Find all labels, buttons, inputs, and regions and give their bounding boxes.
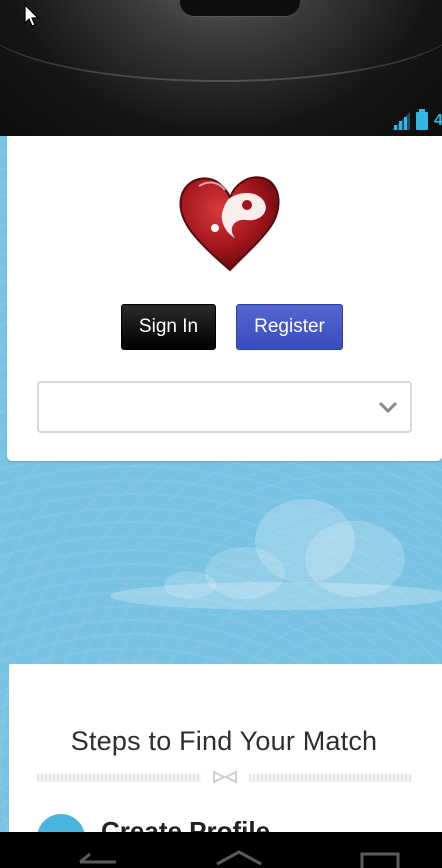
sign-in-button[interactable]: Sign In	[121, 304, 216, 350]
register-button[interactable]: Register	[236, 304, 343, 350]
status-icons: 4	[392, 109, 442, 130]
dropdown-select[interactable]	[37, 381, 412, 433]
cloud-icon	[110, 499, 442, 610]
device-top-bezel: 4	[0, 0, 442, 136]
bow-divider-icon	[213, 770, 237, 784]
app-screen: Sign In Register Steps to Find Your Matc…	[0, 136, 442, 832]
signal-icon	[392, 112, 410, 130]
recent-apps-icon[interactable]	[358, 848, 402, 868]
steps-title: Steps to Find Your Match	[70, 726, 378, 756]
steps-section: Steps to Find Your Match Create Profile	[9, 664, 442, 832]
status-clock-clipped: 4	[434, 112, 442, 129]
divider-right	[249, 774, 412, 782]
system-nav-bar	[0, 832, 442, 868]
mouse-cursor-icon	[24, 4, 40, 27]
heart-logo-icon	[179, 176, 280, 272]
auth-card: Sign In Register	[7, 136, 442, 461]
back-icon[interactable]	[76, 848, 120, 868]
divider-left	[37, 774, 201, 782]
step-icon-circle	[37, 814, 85, 832]
device-notch	[180, 0, 300, 16]
home-icon[interactable]	[214, 848, 264, 868]
step-label: Create Profile	[101, 816, 271, 832]
battery-icon	[416, 109, 428, 130]
chevron-down-icon	[378, 401, 398, 414]
